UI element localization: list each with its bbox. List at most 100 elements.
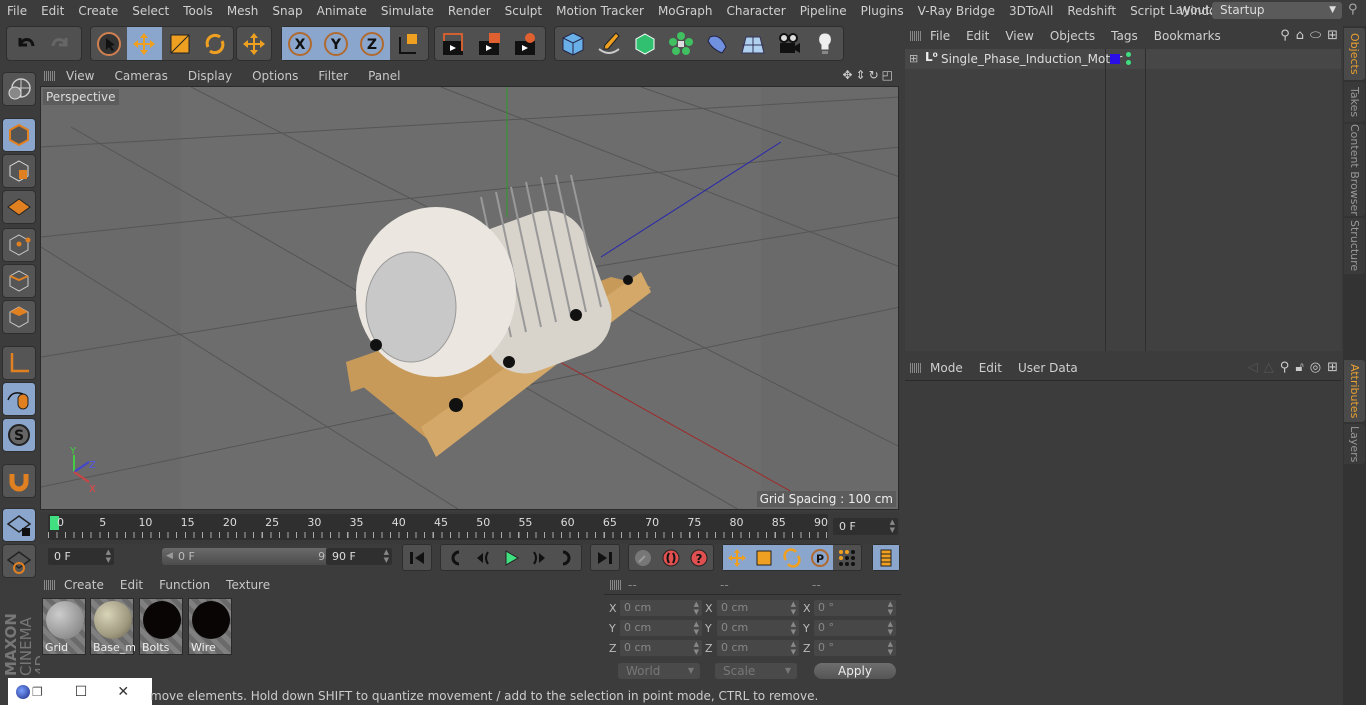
- prev-key-button[interactable]: [441, 545, 469, 570]
- viewport-perspective[interactable]: Y Z X Perspective Grid Spacing : 100 cm: [40, 86, 899, 510]
- timeline-ruler[interactable]: 0 5 10 15 20 25 30 35 40 45 50 55 60 65 70 75 80 85 90: [48, 514, 828, 540]
- apply-button[interactable]: Apply: [814, 663, 896, 679]
- material-menu-function[interactable]: Function: [151, 578, 218, 592]
- parameter-track-button[interactable]: P: [805, 545, 834, 570]
- menu-script[interactable]: Script: [1123, 4, 1172, 18]
- menu-3dtoall[interactable]: 3DToAll: [1002, 4, 1060, 18]
- maximize-icon[interactable]: ☐: [75, 684, 88, 700]
- floor-button[interactable]: [735, 27, 771, 60]
- texture-mode-button[interactable]: [2, 154, 36, 188]
- deformer-button[interactable]: [699, 27, 735, 60]
- prev-frame-button[interactable]: [469, 545, 497, 570]
- object-name[interactable]: Single_Phase_Induction_Motor: [941, 52, 1122, 66]
- up-arrow-icon[interactable]: △: [1264, 360, 1274, 375]
- planar-workplane-button[interactable]: [2, 544, 36, 578]
- current-frame-field[interactable]: 0 F ▲ ▼: [833, 518, 898, 535]
- panel-grip-icon[interactable]: [44, 71, 56, 81]
- polygons-mode-button[interactable]: [2, 300, 36, 334]
- tab-attributes[interactable]: Attributes: [1344, 360, 1365, 422]
- subdivision-button[interactable]: [627, 27, 663, 60]
- attribute-menu-user-data[interactable]: User Data: [1010, 361, 1086, 375]
- search-icon[interactable]: ⚲: [1280, 360, 1290, 375]
- tab-objects[interactable]: Objects: [1344, 28, 1365, 80]
- material-menu-texture[interactable]: Texture: [218, 578, 278, 592]
- menu-character[interactable]: Character: [719, 4, 792, 18]
- range-left-arrow-icon[interactable]: ◀: [166, 548, 173, 565]
- x-axis-button[interactable]: X: [282, 27, 318, 60]
- render-visibility-dot[interactable]: [1126, 60, 1131, 65]
- spinner-icon[interactable]: ▲ ▼: [106, 548, 111, 564]
- menu-edit[interactable]: Edit: [34, 4, 71, 18]
- object-menu-objects[interactable]: Objects: [1042, 29, 1103, 43]
- viewport-menu-options[interactable]: Options: [242, 69, 308, 83]
- material-menu-edit[interactable]: Edit: [112, 578, 151, 592]
- menu-mesh[interactable]: Mesh: [220, 4, 266, 18]
- next-key-button[interactable]: [553, 545, 581, 570]
- snap-button[interactable]: [2, 464, 36, 498]
- restore-icon[interactable]: ❐: [32, 685, 43, 699]
- viewport-menu-cameras[interactable]: Cameras: [104, 69, 177, 83]
- axis-mode-button[interactable]: [2, 346, 36, 380]
- menu-render[interactable]: Render: [441, 4, 498, 18]
- spinner-icon[interactable]: ▲ ▼: [791, 640, 796, 656]
- material-bolts[interactable]: Bolts: [139, 598, 183, 655]
- z-axis-button[interactable]: Z: [354, 27, 390, 60]
- spinner-icon[interactable]: ▲ ▼: [888, 620, 893, 636]
- live-selection-button[interactable]: [91, 27, 127, 60]
- spinner-icon[interactable]: ▲ ▼: [694, 620, 699, 636]
- menu-vray-bridge[interactable]: V-Ray Bridge: [911, 4, 1002, 18]
- camera-button[interactable]: [771, 27, 807, 60]
- next-frame-button[interactable]: [525, 545, 553, 570]
- menu-snap[interactable]: Snap: [265, 4, 309, 18]
- undo-button[interactable]: [7, 27, 43, 60]
- maximize-view-icon[interactable]: ◰: [882, 68, 896, 82]
- editor-visibility-dot[interactable]: [1126, 52, 1131, 57]
- rotate-button[interactable]: [198, 27, 234, 60]
- move-button[interactable]: [126, 27, 162, 60]
- menu-motion-tracker[interactable]: Motion Tracker: [549, 4, 651, 18]
- object-menu-view[interactable]: View: [997, 29, 1041, 43]
- spinner-icon[interactable]: ▲ ▼: [888, 640, 893, 656]
- menu-select[interactable]: Select: [125, 4, 176, 18]
- timeline-window-button[interactable]: [873, 545, 899, 570]
- cube-button[interactable]: [555, 27, 591, 60]
- points-mode-button[interactable]: [2, 228, 36, 262]
- locked-workplane-button[interactable]: [2, 508, 36, 542]
- render-view-button[interactable]: [435, 27, 471, 60]
- spinner-icon[interactable]: ▲ ▼: [694, 640, 699, 656]
- coordinate-mode-dropdown[interactable]: World ▼: [618, 663, 700, 679]
- recent-tool-button[interactable]: [237, 27, 271, 60]
- menu-file[interactable]: File: [0, 4, 34, 18]
- rotation-track-button[interactable]: [778, 545, 806, 570]
- lock-icon[interactable]: 🔓︎: [1295, 360, 1303, 375]
- material-menu-create[interactable]: Create: [56, 578, 112, 592]
- close-icon[interactable]: ✕: [117, 684, 129, 700]
- search-icon[interactable]: ⚲: [1348, 2, 1358, 17]
- point-level-button[interactable]: [833, 545, 861, 570]
- pos-y-field[interactable]: 0 cm ▲ ▼: [620, 620, 702, 636]
- object-row[interactable]: ⊞ L⁰ Single_Phase_Induction_Motor: [905, 49, 1341, 351]
- menu-simulate[interactable]: Simulate: [374, 4, 441, 18]
- viewport-menu-view[interactable]: View: [56, 69, 104, 83]
- viewport-menu-panel[interactable]: Panel: [358, 69, 410, 83]
- spinner-icon[interactable]: ▲ ▼: [694, 600, 699, 616]
- menu-plugins[interactable]: Plugins: [854, 4, 911, 18]
- pan-icon[interactable]: ✥: [842, 68, 855, 82]
- viewport-menu-filter[interactable]: Filter: [308, 69, 358, 83]
- workplane-mode-button[interactable]: [2, 190, 36, 224]
- spinner-icon[interactable]: ▲ ▼: [791, 620, 796, 636]
- attribute-menu-mode[interactable]: Mode: [922, 361, 971, 375]
- back-arrow-icon[interactable]: ◁: [1248, 360, 1258, 375]
- light-button[interactable]: [807, 27, 843, 60]
- scale-track-button[interactable]: [750, 545, 779, 570]
- spinner-icon[interactable]: ▲ ▼: [888, 600, 893, 616]
- material-wire[interactable]: Wire: [188, 598, 232, 655]
- new-panel-icon[interactable]: ⊞: [1327, 360, 1338, 375]
- rot-z-field[interactable]: 0 ° ▲ ▼: [814, 640, 896, 656]
- material-base[interactable]: Base_ma: [90, 598, 135, 655]
- material-grid[interactable]: Grid: [42, 598, 86, 655]
- end-frame-field[interactable]: 90 F ▲ ▼: [326, 548, 392, 565]
- pos-z-field[interactable]: 0 cm ▲ ▼: [620, 640, 702, 656]
- expand-icon[interactable]: ⊞: [909, 52, 918, 65]
- attribute-menu-edit[interactable]: Edit: [971, 361, 1010, 375]
